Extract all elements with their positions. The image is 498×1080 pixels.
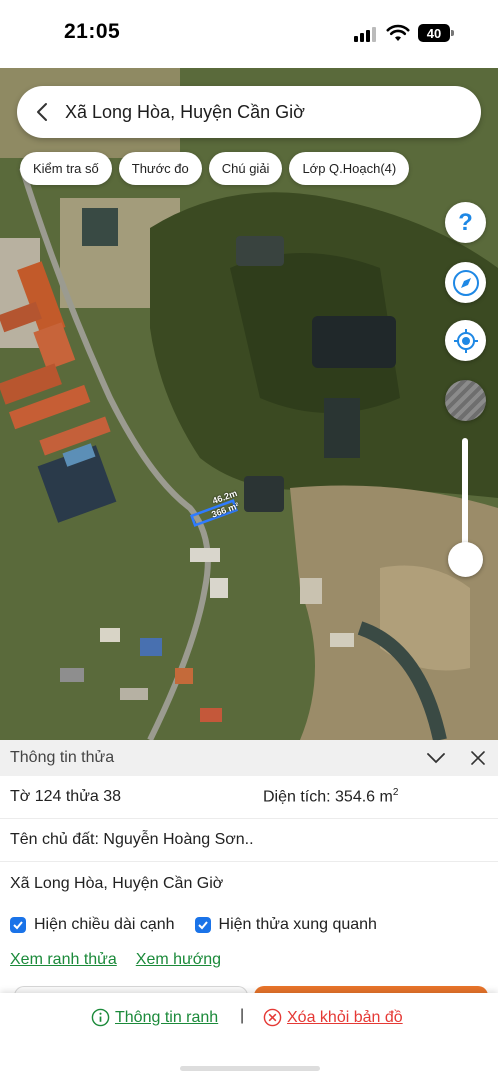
compass-icon [452, 269, 479, 296]
status-bar: 21:05 40 [0, 0, 498, 68]
option-show-edge-length[interactable]: Hiện chiều dài cạnh [10, 916, 175, 934]
remove-from-map-label: Xóa khỏi bản đồ [287, 1008, 403, 1026]
back-arrow-icon [37, 103, 47, 121]
cellular-signal-icon [354, 26, 378, 42]
question-icon: ? [458, 208, 473, 236]
back-button[interactable] [19, 86, 65, 138]
chip-check-number[interactable]: Kiểm tra số [20, 152, 112, 185]
address-row: Xã Long Hòa, Huyện Cần Giờ [0, 862, 498, 905]
display-options: Hiện chiều dài cạnh Hiện thửa xung quanh [0, 905, 498, 945]
locate-icon [453, 328, 478, 353]
compass-button[interactable] [445, 262, 486, 303]
parcel-address: Xã Long Hòa, Huyện Cần Giờ [10, 874, 224, 892]
view-direction-link[interactable]: Xem hướng [136, 951, 221, 969]
owner-row: Tên chủ đất: Nguyễn Hoàng Sơn.. [0, 819, 498, 862]
help-button[interactable]: ? [445, 202, 486, 243]
action-separator: | [240, 1007, 245, 1024]
sheet-number: Tờ 124 thửa 38 [10, 788, 122, 805]
battery-cap [451, 30, 454, 36]
parcel-id-row: Tờ 124 thửa 38 Diện tích: 354.6 m2 [0, 776, 498, 819]
info-icon [91, 1008, 110, 1027]
map-tool-chips: Kiểm tra số Thước đo Chú giải Lớp Q.Hoạc… [20, 152, 410, 185]
remove-icon [263, 1008, 282, 1027]
battery-icon: 40 [418, 24, 450, 42]
chip-legend[interactable]: Chú giải [208, 152, 283, 185]
boundary-info-button[interactable]: Thông tin ranh [91, 1008, 218, 1027]
close-icon[interactable] [468, 748, 488, 768]
chevron-down-icon[interactable] [425, 748, 447, 768]
parcel-area: Diện tích: 354.6 m2 [263, 787, 399, 806]
checkbox-neighbors[interactable] [194, 917, 211, 933]
my-location-button[interactable] [445, 320, 486, 361]
status-time: 21:05 [64, 20, 121, 43]
chip-planning-layers[interactable]: Lớp Q.Hoạch(4) [289, 152, 410, 185]
layer-icon[interactable] [445, 380, 486, 421]
location-title: Xã Long Hòa, Huyện Cần Giờ [65, 101, 305, 122]
boundary-info-label: Thông tin ranh [115, 1008, 219, 1026]
parcel-info-sheet: Thông tin thửa Tờ 124 thửa 38 Diện tích:… [0, 740, 498, 1006]
checkbox-edge-length[interactable] [10, 917, 26, 933]
view-boundary-link[interactable]: Xem ranh thửa [10, 951, 117, 969]
wifi-icon [386, 24, 410, 41]
owner-name: Tên chủ đất: Nguyễn Hoàng Sơn.. [10, 831, 254, 848]
sheet-header: Thông tin thửa [0, 740, 498, 776]
option-show-neighbors[interactable]: Hiện thửa xung quanh [194, 916, 377, 934]
home-indicator [180, 1066, 320, 1071]
option-label: Hiện chiều dài cạnh [34, 916, 175, 933]
location-search-bar[interactable]: Xã Long Hòa, Huyện Cần Giờ [17, 86, 481, 138]
option-label: Hiện thửa xung quanh [218, 916, 377, 933]
chip-measure[interactable]: Thước đo [118, 152, 202, 185]
parcel-links: Xem ranh thửa Xem hướng [0, 945, 498, 975]
sheet-title: Thông tin thửa [10, 749, 115, 766]
remove-from-map-button[interactable]: Xóa khỏi bản đồ [263, 1008, 403, 1027]
opacity-slider-knob[interactable] [448, 542, 483, 577]
